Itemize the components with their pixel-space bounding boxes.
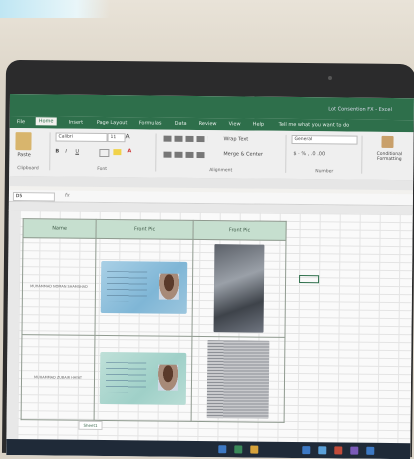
separator (49, 132, 51, 171)
paste-icon[interactable] (15, 132, 32, 151)
table-row: MUHAMMAD ZUBAIR HAYAT (21, 334, 285, 423)
table-row: MUHAMMAD NOMAN SHAMSHAD (21, 237, 286, 338)
id-card-cell[interactable] (94, 238, 193, 337)
fx-icon[interactable]: fx (65, 193, 70, 199)
id-card-image[interactable] (100, 260, 188, 314)
tab-file[interactable]: File (14, 118, 28, 126)
tell-me-search[interactable]: Tell me what you want to do (276, 121, 353, 130)
italic-icon[interactable]: I (65, 149, 67, 155)
tab-data[interactable]: Data (172, 120, 190, 128)
wrap-text-button[interactable]: Wrap Text (224, 136, 249, 142)
id-card-text-lines (106, 271, 148, 302)
document-cell[interactable] (191, 239, 286, 338)
group-font: Font (97, 166, 108, 173)
document-photo[interactable] (206, 340, 270, 419)
fill-color-icon[interactable] (113, 149, 122, 156)
id-card-text-lines (105, 362, 147, 393)
id-card-cell[interactable] (94, 335, 192, 422)
selected-cell[interactable] (299, 275, 320, 284)
bold-icon[interactable]: B (55, 148, 59, 154)
paste-label[interactable]: Paste (17, 152, 31, 158)
window-title: Lot Consention FX - Excel (328, 106, 392, 113)
name-cell[interactable]: MUHAMMAD NOMAN SHAMSHAD (21, 237, 96, 336)
taskbar-app-icon[interactable] (350, 446, 359, 455)
merge-center-button[interactable]: Merge & Center (223, 151, 263, 157)
taskbar-app-icon[interactable] (302, 446, 311, 455)
tab-help[interactable]: Help (250, 121, 267, 129)
group-clipboard: Clipboard (17, 166, 39, 172)
align-icons-row2[interactable] (163, 151, 208, 159)
group-alignment: Alignment (209, 168, 233, 174)
header-front-pic-2[interactable]: Front Pic (192, 220, 287, 241)
document-photo[interactable] (213, 244, 265, 333)
number-format-icons[interactable]: $ · % , .0 .00 (293, 151, 325, 157)
tab-page-layout[interactable]: Page Layout (94, 119, 131, 127)
separator (361, 135, 363, 174)
header-front-pic[interactable]: Front Pic (95, 219, 194, 240)
taskbar-app-icon[interactable] (218, 445, 227, 454)
group-number: Number (315, 169, 334, 175)
grow-font-icon[interactable]: A (126, 133, 130, 140)
ribbon-home: Paste Calibri 11 A B I U A Wrap Text Mer… (9, 127, 414, 182)
tab-home[interactable]: Home (35, 117, 57, 126)
tab-review[interactable]: Review (196, 120, 220, 128)
id-card-image[interactable] (99, 351, 187, 405)
id-photo (157, 364, 179, 391)
webcam (328, 76, 332, 80)
laptop-screen: Lot Consention FX - Excel File Home Inse… (6, 94, 414, 459)
name-box[interactable]: D5 (12, 192, 55, 202)
windows-taskbar (6, 438, 411, 459)
tab-insert[interactable]: Insert (66, 119, 86, 127)
taskbar-app-icon[interactable] (366, 446, 375, 455)
tab-formulas[interactable]: Formulas (136, 119, 165, 127)
underline-icon[interactable]: U (75, 149, 79, 155)
font-color-icon[interactable]: A (127, 148, 131, 154)
font-name-select[interactable]: Calibri (55, 132, 108, 143)
id-photo (158, 273, 180, 300)
tab-view[interactable]: View (226, 120, 244, 128)
edge-taskbar-icon[interactable] (318, 446, 327, 455)
number-format-select[interactable]: General (291, 134, 358, 145)
separator (285, 134, 287, 173)
font-size-select[interactable]: 11 (107, 133, 126, 143)
light-glare (0, 0, 110, 18)
borders-icon[interactable] (99, 148, 110, 158)
conditional-formatting-button[interactable]: Conditional Formatting (369, 152, 409, 162)
sheet-tab[interactable]: Sheet1 (78, 420, 103, 430)
name-cell[interactable]: MUHAMMAD ZUBAIR HAYAT (21, 334, 95, 421)
folder-taskbar-icon[interactable] (250, 445, 259, 454)
header-name[interactable]: Name (22, 218, 97, 239)
document-cell[interactable] (191, 336, 285, 423)
conditional-formatting-icon[interactable] (381, 135, 394, 149)
taskbar-app-icon[interactable] (334, 446, 343, 455)
data-table: Name Front Pic Front Pic MUHAMMAD NOMAN … (21, 218, 287, 423)
excel-taskbar-icon[interactable] (234, 445, 243, 454)
separator (155, 133, 157, 172)
align-icons[interactable] (163, 135, 208, 143)
